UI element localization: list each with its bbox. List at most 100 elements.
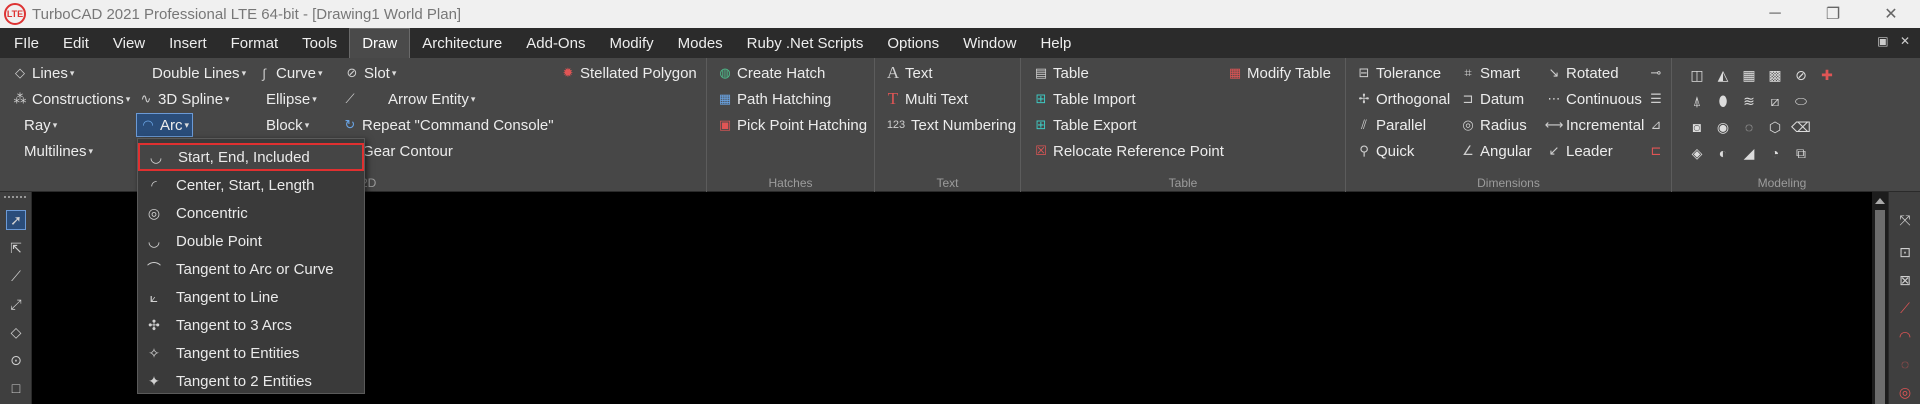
sheet-icon[interactable]: ⧄ (1762, 88, 1788, 114)
create-hatch-button[interactable]: ◍ Create Hatch (717, 61, 825, 85)
diamond-tool-icon[interactable]: ◇ (6, 322, 26, 342)
dim-extra-1-button[interactable]: ⊸ (1648, 61, 1668, 85)
continuous-button[interactable]: ⋯ Continuous (1546, 87, 1642, 111)
curve-button[interactable]: ∫ Curve ▾ (256, 61, 322, 85)
torus-icon[interactable]: ◙ (1684, 114, 1710, 140)
text-button[interactable]: A Text (885, 61, 933, 85)
cylinder-icon[interactable]: ⬮ (1710, 88, 1736, 114)
menu-ruby-net-scripts[interactable]: Ruby .Net Scripts (735, 28, 876, 58)
box-icon[interactable]: ◫ (1684, 62, 1710, 88)
text-3d-icon[interactable]: ⧉ (1788, 140, 1814, 166)
menu-architecture[interactable]: Architecture (410, 28, 514, 58)
axis-icon[interactable]: ⤧ (1895, 210, 1915, 230)
menu-modify[interactable]: Modify (597, 28, 665, 58)
text-numbering-button[interactable]: 123 Text Numbering (885, 113, 1016, 137)
smart-button[interactable]: ⌗ Smart (1460, 61, 1520, 85)
scroll-up-icon[interactable] (1875, 198, 1885, 204)
polyline-tool-icon[interactable]: ⤢ (6, 294, 26, 314)
arrow-entity-button[interactable]: ⟋ Arrow Entity ▾ (342, 87, 475, 111)
mesh-icon[interactable]: ▩ (1762, 62, 1788, 88)
layers-icon[interactable]: ≋ (1736, 88, 1762, 114)
menu-tools[interactable]: Tools (290, 28, 349, 58)
shell-icon[interactable]: ◔ (1762, 140, 1788, 166)
ray-button[interactable]: Ray ▾ (24, 113, 57, 137)
capsule-icon[interactable]: ⬭ (1788, 88, 1814, 114)
table-button[interactable]: ▤ Table (1033, 61, 1089, 85)
constructions-button[interactable]: ⁂ Constructions ▾ (12, 87, 131, 111)
document-window-controls[interactable]: ▣ ✕ (1877, 34, 1914, 48)
spline-3d-button[interactable]: ∿ 3D Spline ▾ (138, 87, 230, 111)
pyramid-icon[interactable]: ◢ (1736, 140, 1762, 166)
block-button[interactable]: Block ▾ (266, 113, 309, 137)
multilines-button[interactable]: Multilines ▾ (24, 139, 93, 163)
ring-icon[interactable]: ◌ (1736, 114, 1762, 140)
solid-icon[interactable]: ◈ (1684, 140, 1710, 166)
double-lines-button[interactable]: Double Lines ▾ (152, 61, 246, 85)
wedge-icon[interactable]: ◭ (1710, 62, 1736, 88)
table-export-button[interactable]: ⊞ Table Export (1033, 113, 1137, 137)
no-icon[interactable]: ⊘ (1788, 62, 1814, 88)
dim-extra-3-button[interactable]: ⊿ (1648, 113, 1668, 137)
prism-icon[interactable]: ⬡ (1762, 114, 1788, 140)
image-icon[interactable]: ⊠ (1895, 270, 1915, 290)
menu-file[interactable]: FIle (0, 28, 51, 58)
tolerance-button[interactable]: ⊟ Tolerance (1356, 61, 1442, 85)
table-import-button[interactable]: ⊞ Table Import (1033, 87, 1136, 111)
circle-tool-icon[interactable]: ⊙ (6, 350, 26, 370)
angular-button[interactable]: ∠ Angular (1460, 139, 1532, 163)
arc-menu-center-start-length[interactable]: ◜ Center, Start, Length (138, 171, 364, 199)
red-spiral-icon[interactable]: ◎ (1895, 382, 1915, 402)
arc-menu-tangent-entities[interactable]: ✧ Tangent to Entities (138, 339, 364, 367)
menu-window[interactable]: Window (951, 28, 1028, 58)
minimize-button[interactable]: ─ (1746, 0, 1804, 28)
incremental-button[interactable]: ⟷ Incremental (1545, 113, 1645, 137)
path-hatching-button[interactable]: ▦ Path Hatching (717, 87, 831, 111)
menu-options[interactable]: Options (875, 28, 951, 58)
menu-draw[interactable]: Draw (349, 28, 411, 58)
radius-button[interactable]: ◎ Radius (1460, 113, 1526, 137)
arc-menu-tangent-3-arcs[interactable]: ✣ Tangent to 3 Arcs (138, 311, 364, 339)
sphere-icon[interactable]: ◉ (1710, 114, 1736, 140)
arc-menu-start-end-included[interactable]: ◡ Start, End, Included (138, 143, 364, 171)
cross-shape-icon[interactable]: ✚ (1814, 62, 1840, 88)
menu-edit[interactable]: Edit (51, 28, 101, 58)
arc-menu-concentric[interactable]: ◎ Concentric (138, 199, 364, 227)
red-line-icon[interactable]: ⟋ (1895, 298, 1915, 318)
menu-view[interactable]: View (101, 28, 157, 58)
red-circle-icon[interactable]: ◌ (1895, 354, 1915, 374)
close-button[interactable]: ✕ (1862, 0, 1920, 28)
ellipse-button[interactable]: Ellipse ▾ (266, 87, 317, 111)
window-icon[interactable]: ⊡ (1895, 242, 1915, 262)
datum-button[interactable]: ⊐ Datum (1460, 87, 1525, 111)
multi-text-button[interactable]: T Multi Text (885, 87, 968, 111)
rotated-button[interactable]: ↘ Rotated (1546, 61, 1619, 85)
red-arc-icon[interactable]: ◠ (1895, 326, 1915, 346)
vertical-scrollbar[interactable] (1872, 192, 1888, 404)
dim-extra-2-button[interactable]: ☰ (1648, 87, 1668, 111)
revolve-icon[interactable]: ◐ (1710, 140, 1736, 166)
relocate-reference-point-button[interactable]: ☒ Relocate Reference Point (1033, 139, 1224, 163)
arc-menu-tangent-2-entities[interactable]: ✦ Tangent to 2 Entities (138, 367, 364, 395)
arc-menu-tangent-line[interactable]: ⟀ Tangent to Line (138, 283, 364, 311)
menu-modes[interactable]: Modes (666, 28, 735, 58)
pick-point-hatching-button[interactable]: ▣ Pick Point Hatching (717, 113, 867, 137)
lines-button[interactable]: ◇ Lines ▾ (12, 61, 74, 85)
edit-pointer-icon[interactable]: ⇱ (6, 238, 26, 258)
dim-extra-4-button[interactable]: ⊏ (1648, 139, 1668, 163)
repeat-command-console-button[interactable]: ↻ Repeat "Command Console" (342, 113, 554, 137)
maximize-button[interactable]: ❐ (1804, 0, 1862, 28)
menu-insert[interactable]: Insert (157, 28, 219, 58)
stellated-polygon-button[interactable]: ✹ Stellated Polygon (560, 61, 697, 85)
leader-button[interactable]: ↙ Leader (1546, 139, 1613, 163)
rectangle-tool-icon[interactable]: □ (6, 378, 26, 398)
toolbar-grip[interactable] (4, 196, 26, 200)
menu-help[interactable]: Help (1028, 28, 1083, 58)
menu-add-ons[interactable]: Add-Ons (514, 28, 597, 58)
select-pointer-icon[interactable]: ➚ (6, 210, 26, 230)
arc-menu-double-point[interactable]: ◡ Double Point (138, 227, 364, 255)
modify-table-button[interactable]: ▦ Modify Table (1227, 61, 1331, 85)
orthogonal-button[interactable]: ✢ Orthogonal (1356, 87, 1451, 111)
line-tool-icon[interactable]: ⟋ (6, 266, 26, 286)
slot-button[interactable]: ⊘ Slot ▾ (344, 61, 397, 85)
menu-format[interactable]: Format (219, 28, 291, 58)
